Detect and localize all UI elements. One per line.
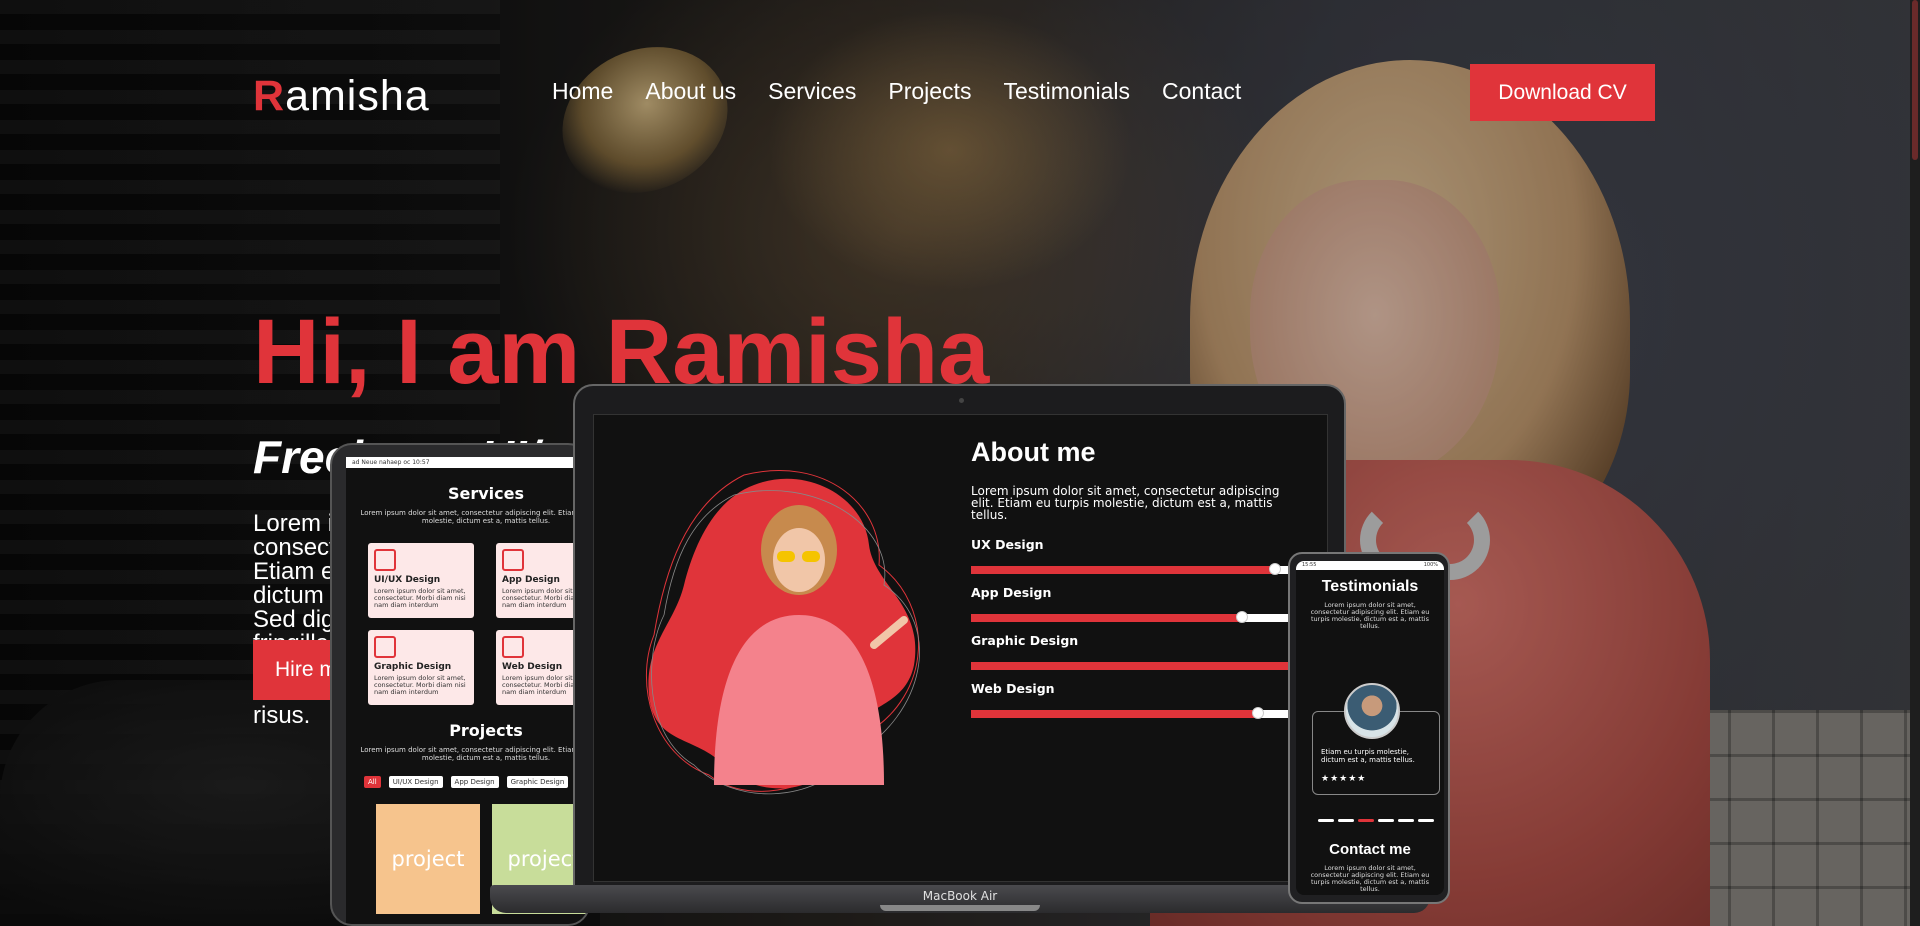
services-title: Services [447, 484, 525, 503]
skill-track[interactable] [971, 659, 1301, 671]
web-design-icon [502, 636, 524, 658]
nav-home[interactable]: Home [552, 78, 613, 105]
nav-about-us[interactable]: About us [645, 78, 736, 105]
filter-all[interactable]: All [364, 776, 381, 788]
carousel-dot-active[interactable] [1358, 819, 1374, 822]
avatar [1344, 683, 1400, 739]
skill-fill [971, 566, 1275, 574]
skill-knob[interactable] [1252, 707, 1265, 719]
skill-track[interactable] [971, 611, 1301, 623]
site-logo[interactable]: Ramisha [253, 72, 430, 121]
star-rating: ★★★★★ [1321, 774, 1431, 784]
top-navigation: Ramisha Home About us Services Projects … [0, 0, 1920, 185]
project-card[interactable]: project [376, 804, 480, 914]
filter-app[interactable]: App Design [450, 776, 499, 788]
contact-title: Contact me [1329, 841, 1411, 858]
projects-title: Projects [449, 721, 523, 740]
service-card-graphic[interactable]: Graphic Design Lorem ipsum dolor sit ame… [368, 630, 474, 705]
carousel-dots [1318, 819, 1434, 822]
logo-initial: R [253, 72, 286, 120]
skill-ux-design: UX Design [971, 537, 1301, 575]
about-portrait [646, 470, 920, 795]
project-filters: All UI/UX Design App Design Graphic Desi… [364, 776, 588, 788]
projects-description: Lorem ipsum dolor sit amet, consectetur … [360, 746, 590, 762]
service-card-desc: Lorem ipsum dolor sit amet, consectetur.… [374, 674, 466, 696]
laptop-notch [880, 905, 1040, 911]
skill-knob[interactable] [1235, 611, 1248, 623]
phone-screen: 15:55 100% Testimonials Lorem ipsum dolo… [1296, 561, 1444, 895]
nav-contact[interactable]: Contact [1162, 78, 1241, 105]
laptop-screen: About me Lorem ipsum dolor sit amet, con… [593, 414, 1328, 882]
tablet-mockup: ad Neue nahaep oc 10:57 Services Lorem i… [330, 443, 590, 926]
main-menu: Home About us Services Projects Testimon… [552, 78, 1241, 105]
carousel-dot[interactable] [1418, 819, 1434, 822]
filter-uiux[interactable]: UI/UX Design [388, 776, 443, 788]
testimonial-quote: Etiam eu turpis molestie, dictum est a, … [1321, 748, 1415, 764]
star-rating-filled: ★★★★★ [1321, 774, 1367, 784]
contact-description: Lorem ipsum dolor sit amet, consectetur … [1310, 864, 1430, 893]
skill-knob[interactable] [1268, 563, 1281, 575]
sunglasses-left [777, 551, 795, 562]
testimonials-title: Testimonials [1321, 578, 1419, 595]
phone-statusbar: 15:55 100% [1296, 561, 1444, 570]
service-card-title: UI/UX Design [374, 575, 441, 585]
phone-mockup: 15:55 100% Testimonials Lorem ipsum dolo… [1288, 552, 1450, 904]
testimonials-description: Lorem ipsum dolor sit amet, consectetur … [1310, 601, 1430, 630]
skill-fill [971, 614, 1242, 622]
tablet-statusbar: ad Neue nahaep oc 10:57 [346, 457, 588, 468]
sunglasses-right [802, 551, 820, 562]
laptop-camera [959, 398, 964, 403]
skill-web-design: Web Design [971, 681, 1301, 719]
nav-services[interactable]: Services [768, 78, 856, 105]
service-card-uiux[interactable]: UI/UX Design Lorem ipsum dolor sit amet,… [368, 543, 474, 618]
carousel-dot[interactable] [1318, 819, 1334, 822]
about-description: Lorem ipsum dolor sit amet, consectetur … [971, 484, 1280, 522]
page-scrollbar[interactable] [1910, 0, 1920, 926]
laptop-mockup: About me Lorem ipsum dolor sit amet, con… [573, 384, 1346, 908]
graphic-design-icon [374, 636, 396, 658]
services-description: Lorem ipsum dolor sit amet, consectetur … [360, 509, 590, 525]
skill-label: Graphic Design [971, 633, 1079, 648]
phone-battery: 100% [1423, 562, 1438, 568]
about-title: About me [971, 437, 1096, 467]
scrollbar-thumb[interactable] [1912, 0, 1918, 160]
filter-graphic[interactable]: Graphic Design [506, 776, 569, 788]
carousel-dot[interactable] [1398, 819, 1414, 822]
logo-rest: amisha [285, 72, 430, 120]
laptop-model-label: MacBook Air [922, 889, 998, 903]
service-cards: UI/UX Design Lorem ipsum dolor sit amet,… [368, 543, 588, 705]
carousel-dot[interactable] [1378, 819, 1394, 822]
download-cv-button[interactable]: Download CV [1470, 64, 1655, 121]
skill-app-design: App Design [971, 585, 1301, 623]
skill-fill [971, 662, 1295, 670]
skill-label: UX Design [971, 537, 1044, 552]
skill-label: App Design [971, 585, 1052, 600]
tablet-screen: ad Neue nahaep oc 10:57 Services Lorem i… [346, 457, 590, 924]
nav-testimonials[interactable]: Testimonials [1003, 78, 1130, 105]
skill-label: Web Design [971, 681, 1055, 696]
service-card-desc: Lorem ipsum dolor sit amet, consectetur.… [374, 587, 466, 609]
nav-projects[interactable]: Projects [888, 78, 971, 105]
phone-time: 15:55 [1302, 562, 1317, 568]
service-card-title: Graphic Design [374, 662, 452, 672]
skill-track[interactable] [971, 563, 1301, 575]
skill-track[interactable] [971, 707, 1301, 719]
skill-fill [971, 710, 1259, 718]
app-design-icon [502, 549, 524, 571]
carousel-dot[interactable] [1338, 819, 1354, 822]
uiux-icon [374, 549, 396, 571]
skill-graphic-design: Graphic Design [971, 633, 1301, 671]
